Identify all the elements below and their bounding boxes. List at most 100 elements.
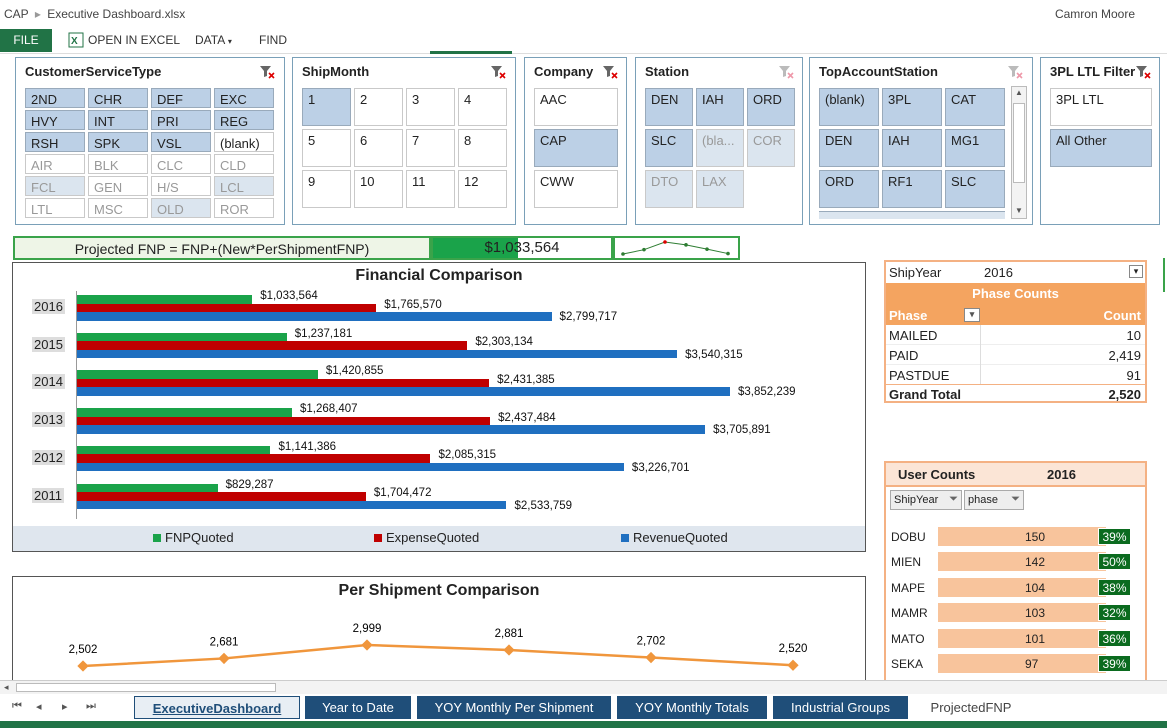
tab-industrial-groups[interactable]: Industrial Groups [773,696,908,719]
open-in-excel-button[interactable]: OPEN IN EXCEL [88,33,180,47]
slicer-item[interactable]: SLC [945,170,1005,208]
slicer-item[interactable]: LAX [696,170,744,208]
slicer-item[interactable]: CHR [88,88,148,108]
tab-projectedfnp[interactable]: ProjectedFNP [914,696,1028,719]
slicer-item[interactable]: All Other [1050,129,1152,167]
slicer-item[interactable]: DTO [645,170,693,208]
slicer-item[interactable]: 3PL LTL [1050,88,1152,126]
clear-filter-icon[interactable] [1135,64,1151,79]
slicer-item[interactable]: PRI [151,110,211,130]
slicer-item[interactable]: DEN [645,88,693,126]
horizontal-scrollbar[interactable]: ◂ [0,680,1167,694]
slicer-item[interactable]: REG [214,110,274,130]
data-label: $3,540,315 [685,348,743,361]
slicer-item[interactable]: (blank) [214,132,274,152]
slicer-item[interactable]: COR [747,129,795,167]
arrow-up-icon[interactable]: ▲ [1015,88,1023,97]
slicer-item[interactable]: H/S [151,176,211,196]
clear-filter-icon[interactable] [1007,64,1023,79]
filter-dropdown-icon[interactable]: ▾ [1129,265,1143,278]
slicer-item-partial [819,211,1005,219]
phase-name: PASTDUE [889,368,950,383]
clear-filter-icon[interactable] [602,64,618,79]
slicer-item[interactable]: VSL [151,132,211,152]
phase-field-button[interactable]: phase ⏷ [964,490,1024,510]
slicer-item[interactable]: MG1 [945,129,1005,167]
slicer-item[interactable]: BLK [88,154,148,174]
slicer-item[interactable]: ORD [819,170,879,208]
data-label: $3,705,891 [713,424,771,437]
slicer-item[interactable]: 12 [458,170,507,208]
slicer-item[interactable]: CAT [945,88,1005,126]
slicer-item[interactable]: 2 [354,88,403,126]
slicer-item[interactable]: INT [88,110,148,130]
tab-executivedashboard[interactable]: ExecutiveDashboard [134,696,300,719]
slicer-item[interactable]: RF1 [882,170,942,208]
slicer-item[interactable]: LCL [214,176,274,196]
last-sheet-icon[interactable]: ⏭ [86,700,96,713]
next-sheet-icon[interactable]: ▸ [62,700,68,713]
slicer-item[interactable]: 5 [302,129,351,167]
slicer-item[interactable]: CWW [534,170,618,208]
slicer-item[interactable]: DEN [819,129,879,167]
find-button[interactable]: FIND [259,33,287,47]
slicer-item[interactable]: EXC [214,88,274,108]
slicer-item[interactable]: IAH [882,129,942,167]
slicer-item[interactable]: MSC [88,198,148,218]
user-name[interactable]: Camron Moore [1055,7,1135,21]
slicer-item[interactable]: 10 [354,170,403,208]
slicer-item[interactable]: LTL [25,198,85,218]
file-button[interactable]: FILE [0,29,52,52]
filter-icon: ⏷ [949,493,958,505]
slicer-item[interactable]: (blank) [819,88,879,126]
slicer-item[interactable]: 1 [302,88,351,126]
slicer-scrollbar[interactable]: ▲ ▼ [1011,86,1027,219]
slicer-item[interactable]: DEF [151,88,211,108]
slicer-item[interactable]: 9 [302,170,351,208]
formula-text: Projected FNP = FNP+(New*PerShipmentFNP) [74,241,370,257]
slicer-item[interactable]: CAP [534,129,618,167]
clear-filter-icon[interactable] [490,64,506,79]
slicer-item[interactable]: 8 [458,129,507,167]
slicer-item[interactable]: ORD [747,88,795,126]
scrollbar-thumb[interactable] [1013,103,1025,183]
arrow-left-icon[interactable]: ◂ [4,682,9,693]
slicer-item[interactable]: 3 [406,88,455,126]
slicer-title: ShipMonth [302,64,370,79]
breadcrumb-app[interactable]: CAP [4,7,28,21]
slicer-item[interactable]: IAH [696,88,744,126]
shipyear-field-button[interactable]: ShipYear ⏷ [890,490,962,510]
prev-sheet-icon[interactable]: ◂ [36,700,42,713]
slicer-item[interactable]: HVY [25,110,85,130]
slicer-item[interactable]: FCL [25,176,85,196]
slicer-item[interactable]: RSH [25,132,85,152]
slicer-item[interactable]: 2ND [25,88,85,108]
clear-filter-icon[interactable] [778,64,794,79]
scrollbar-thumb[interactable] [16,683,276,692]
clear-filter-icon[interactable] [259,64,275,79]
slicer-item[interactable]: GEN [88,176,148,196]
slicer-item[interactable]: 7 [406,129,455,167]
slicer-item[interactable]: 6 [354,129,403,167]
data-menu-button[interactable]: DATA ▾ [195,33,232,47]
slicer-item[interactable]: (bla... [696,129,744,167]
slicer-item[interactable]: 3PL [882,88,942,126]
slicer-item[interactable]: AAC [534,88,618,126]
slicer-item[interactable]: OLD [151,198,211,218]
slicer-title: 3PL LTL Filter [1050,64,1136,79]
phase-filter-icon[interactable]: ▾ [964,308,980,322]
slicer-item[interactable]: AIR [25,154,85,174]
slicer-item[interactable]: CLC [151,154,211,174]
first-sheet-icon[interactable]: ⏮ [12,700,22,713]
slicer-item[interactable]: SLC [645,129,693,167]
tab-yoy-monthly-totals[interactable]: YOY Monthly Totals [617,696,767,719]
slicer-item[interactable]: SPK [88,132,148,152]
slicer-item[interactable]: ROR [214,198,274,218]
slicer-item[interactable]: 4 [458,88,507,126]
sparkline [621,240,730,256]
slicer-item[interactable]: 11 [406,170,455,208]
slicer-item[interactable]: CLD [214,154,274,174]
arrow-down-icon[interactable]: ▼ [1015,206,1023,215]
tab-year-to-date[interactable]: Year to Date [305,696,411,719]
tab-yoy-monthly-per-shipment[interactable]: YOY Monthly Per Shipment [417,696,611,719]
